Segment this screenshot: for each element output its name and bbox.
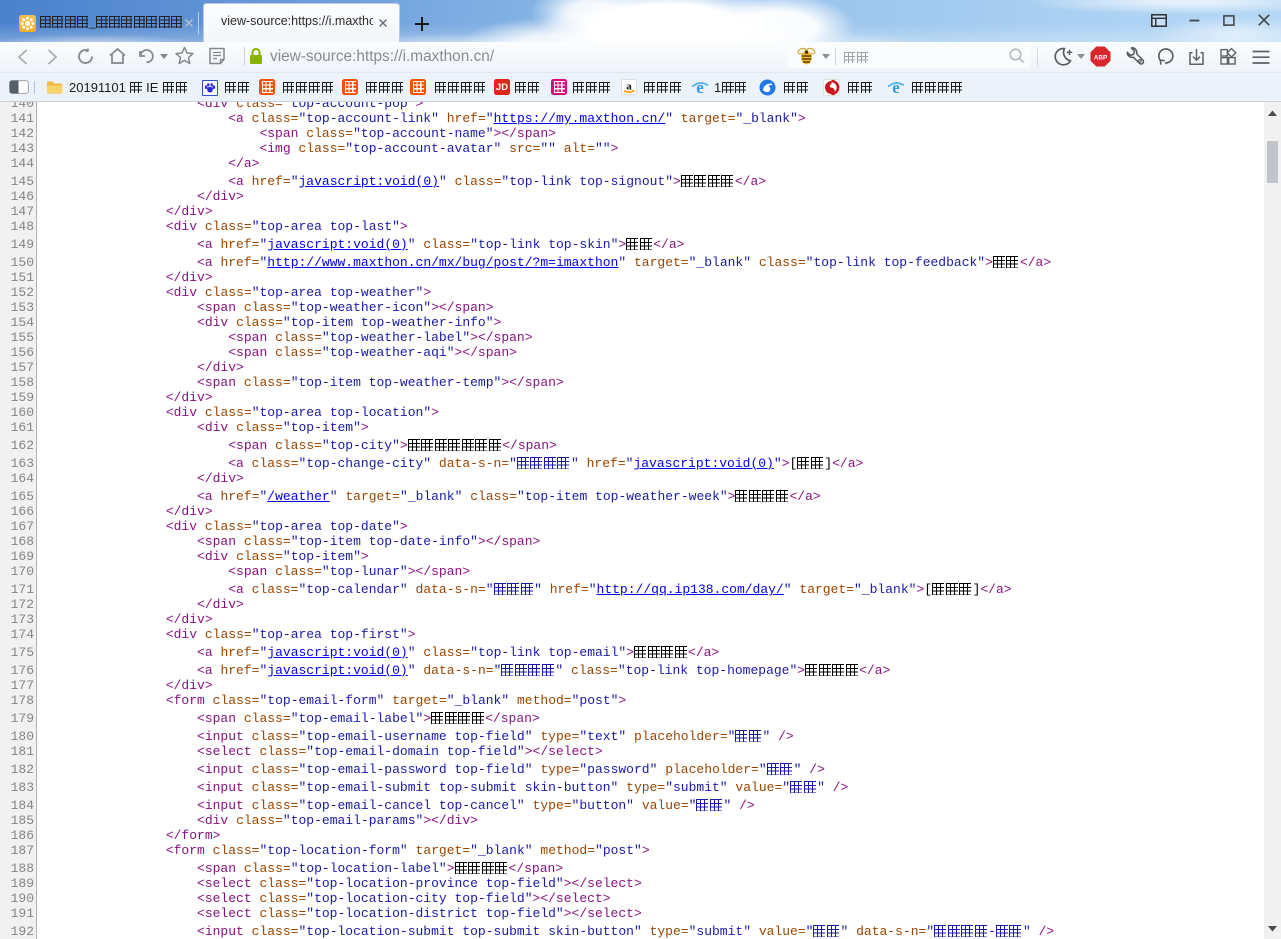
svg-text:e: e — [892, 78, 900, 96]
svg-text:a: a — [626, 81, 632, 93]
svg-text:e: e — [696, 78, 704, 96]
svg-text:ABP: ABP — [1094, 54, 1108, 61]
